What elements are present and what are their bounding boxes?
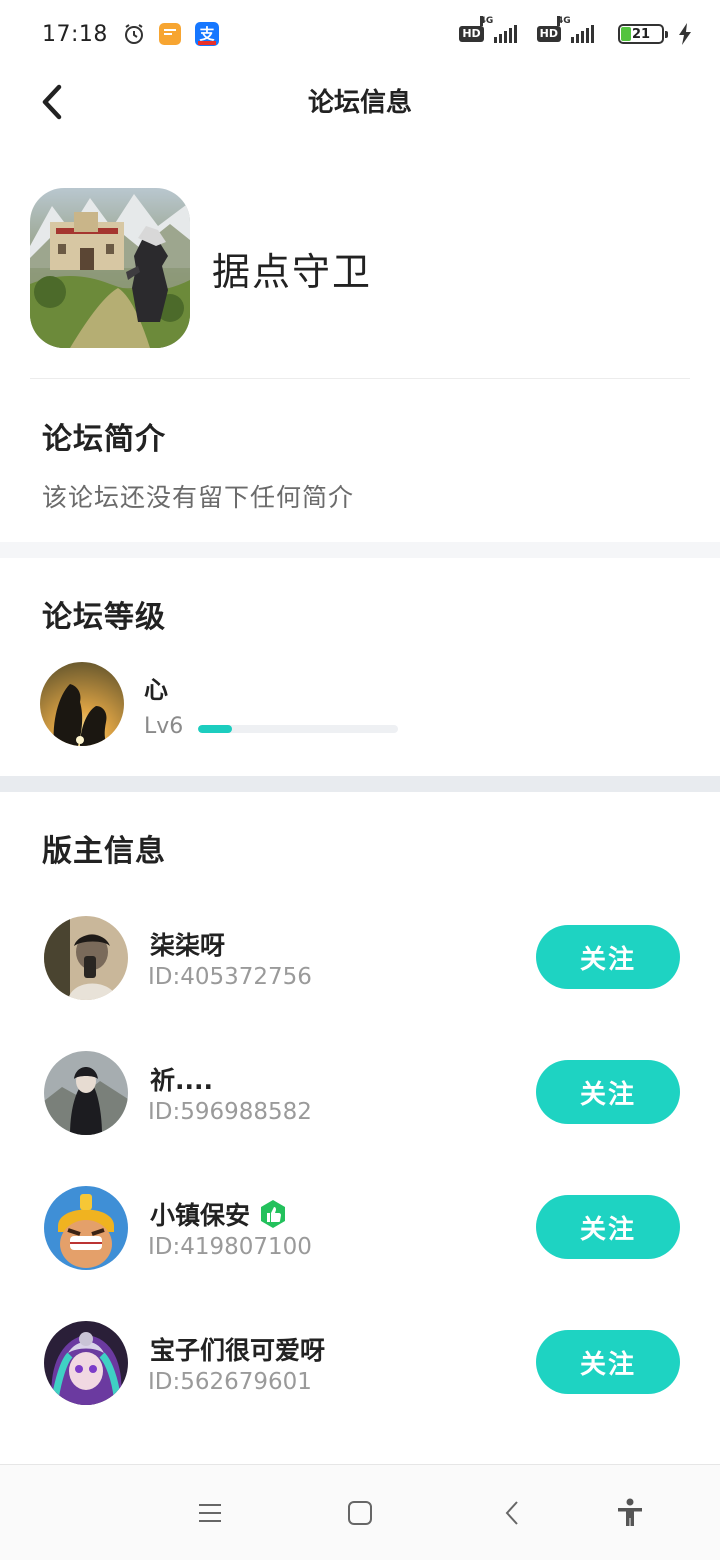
level-label: Lv6 <box>144 714 184 739</box>
accessibility-button[interactable] <box>606 1489 654 1537</box>
forum-header: 据点守卫 <box>30 188 372 348</box>
list-item: 宝子们很可爱呀 ID:562679601 关注 <box>44 1321 680 1407</box>
forum-icon <box>30 188 190 348</box>
intro-text: 该论坛还没有留下任何简介 <box>42 483 355 512</box>
level-progress-fill <box>198 725 232 733</box>
divider <box>30 378 690 379</box>
list-item: 柒柒呀 ID:405372756 关注 <box>44 916 680 1002</box>
home-button[interactable] <box>336 1489 384 1537</box>
moderator-id: ID:405372756 <box>148 964 312 990</box>
menu-button[interactable] <box>186 1489 234 1537</box>
avatar[interactable] <box>44 1051 128 1135</box>
signal-strength-icon-2: 4G <box>557 16 594 43</box>
section-separator <box>0 542 720 558</box>
notes-app-icon <box>158 23 181 45</box>
menu-icon <box>199 1504 221 1522</box>
title-bar: 论坛信息 <box>0 68 720 134</box>
moderator-id: ID:596988582 <box>148 1099 312 1125</box>
moderator-name: 祈.... <box>150 1066 213 1095</box>
follow-button[interactable]: 关注 <box>536 1195 680 1259</box>
page-title: 论坛信息 <box>307 88 412 118</box>
moderator-name: 柒柒呀 <box>150 931 226 960</box>
moderators-section-title: 版主信息 <box>42 834 166 869</box>
system-nav-bar <box>0 1464 720 1560</box>
follow-button[interactable]: 关注 <box>536 1060 680 1124</box>
level-user-name: 心 <box>144 676 168 704</box>
moderator-id: ID:562679601 <box>148 1369 312 1395</box>
level-progress-track <box>198 725 398 733</box>
battery-level: 21 <box>631 26 651 42</box>
accessibility-icon <box>618 1498 642 1526</box>
list-item: 小镇保安 ID:419807100 关注 <box>44 1186 680 1272</box>
status-bar: 17:18 支 HD 4G HD 4G 21 <box>0 0 720 68</box>
list-item: 祈.... ID:596988582 关注 <box>44 1051 680 1137</box>
thumbs-up-badge-icon <box>261 1200 286 1228</box>
hd-badge: HD <box>459 26 484 42</box>
forum-name: 据点守卫 <box>212 249 373 294</box>
avatar[interactable] <box>44 1321 128 1405</box>
intro-section-title: 论坛简介 <box>42 422 166 457</box>
hd-badge-2: HD <box>536 26 561 42</box>
moderator-id: ID:419807100 <box>148 1234 312 1260</box>
svg-text:支: 支 <box>198 25 215 43</box>
avatar <box>40 662 124 746</box>
avatar[interactable] <box>44 1186 128 1270</box>
section-separator-2 <box>0 776 720 792</box>
battery-icon: 21 <box>618 24 668 44</box>
follow-button[interactable]: 关注 <box>536 1330 680 1394</box>
back-triangle-icon <box>505 1501 518 1525</box>
home-square-icon <box>348 1501 372 1525</box>
level-row: 心 Lv6 <box>40 662 680 748</box>
alipay-icon: 支 <box>194 22 219 46</box>
status-time: 17:18 <box>42 21 108 47</box>
moderator-name: 小镇保安 <box>150 1196 288 1232</box>
alarm-clock-icon <box>124 24 143 44</box>
charging-bolt-icon <box>679 23 691 45</box>
level-section-title: 论坛等级 <box>42 600 166 635</box>
follow-button[interactable]: 关注 <box>536 925 680 989</box>
moderator-name: 宝子们很可爱呀 <box>150 1336 326 1365</box>
nav-back-button[interactable] <box>488 1489 536 1537</box>
avatar[interactable] <box>44 916 128 1000</box>
signal-strength-icon: 4G <box>479 16 517 43</box>
